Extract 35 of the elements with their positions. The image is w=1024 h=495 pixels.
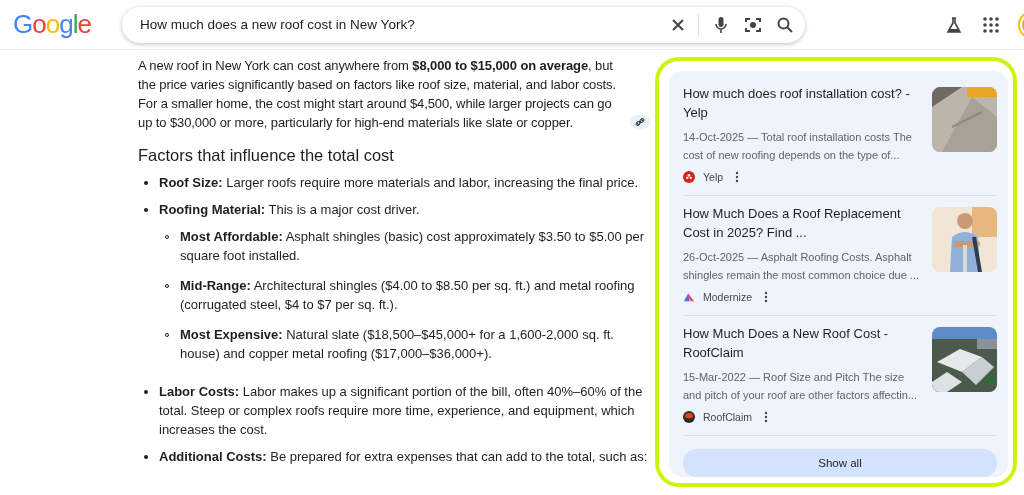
bullet-icon bbox=[144, 390, 148, 394]
list-text: Additional Costs: Be prepared for extra expenses that can add to the total, such as: bbox=[159, 448, 649, 466]
more-options-icon[interactable] bbox=[735, 171, 740, 183]
flower-logo-icon bbox=[683, 171, 695, 183]
list-text: Most Expensive: Natural slate ($18,500–$45,000+ for a 1,600-2,000 sq. ft. house) and copper metal roofing ($17,000–$36,000+). bbox=[180, 326, 615, 363]
link-icon bbox=[635, 117, 645, 127]
flask-icon[interactable] bbox=[944, 14, 964, 35]
answer-paragraph: A new roof in New York can cost anywhere from $8,000 to $15,000 on average, but the price varies significantly based on factors like roof size, material, and labor costs. For a smaller home, the cost might start around $4,500, while larger projects can go up to $30,000 or more, particularly for high-end materials like slate or copper. bbox=[138, 57, 617, 132]
source-title-link[interactable]: How Much Does a New Roof Cost - RoofClaim bbox=[683, 324, 924, 362]
more-options-icon[interactable] bbox=[764, 411, 768, 423]
circle-logo-icon bbox=[683, 411, 695, 423]
list-text: Mid-Range: Architectural shingles ($4.00 to $8.50 per sq. ft.) and metal roofing (corrugated steel, $4 to $7 per sq. ft.). bbox=[180, 277, 636, 314]
bullet-icon bbox=[144, 181, 148, 185]
list-text: Roof Size: Larger roofs require more materials and labor, increasing the final price. bbox=[159, 174, 640, 192]
site-name: Modernize bbox=[703, 291, 753, 303]
section-heading: Factors that influence the total cost bbox=[138, 145, 395, 166]
source-title-link[interactable]: How Much Does a Roof Replacement Cost in 2025? Find ... bbox=[683, 204, 924, 242]
source-title-link[interactable]: How much does roof installation cost? - Yelp bbox=[683, 84, 924, 122]
source-snippet: 26-Oct-2025 — Asphalt Roofing Costs. Asphalt shingles remain the most common choice due ... bbox=[683, 250, 920, 283]
list-text: Labor Costs: Labor makes up a significant portion of the bill, often 40%–60% of the total. Steep or complex roofs require more time, experience, and equipment, which increases the cost. bbox=[159, 383, 644, 439]
list-text: Roofing Material: This is a major cost driver. bbox=[159, 201, 421, 219]
more-options-icon[interactable] bbox=[764, 291, 769, 303]
google-logo[interactable]: Google bbox=[13, 9, 95, 40]
bullet-icon bbox=[144, 208, 148, 212]
link-button[interactable] bbox=[630, 115, 650, 129]
source-snippet: 15-Mar-2022 — Roof Size and Pitch The size and pitch of your roof are other factors affectin... bbox=[683, 370, 918, 403]
source-snippet: 14-Oct-2025 — Total roof installation costs The cost of new roofing depends on the type of... bbox=[683, 130, 913, 163]
apps-grid-icon[interactable] bbox=[981, 14, 1001, 35]
show-all-button[interactable]: Show all bbox=[683, 449, 997, 477]
site-name: Yelp bbox=[703, 171, 724, 183]
roof-logo-icon bbox=[683, 291, 695, 303]
bullet-icon bbox=[144, 455, 148, 459]
list-text: Most Affordable: Asphalt shingles (basic) cost approximately $3.50 to $5.00 per square foot installed. bbox=[180, 228, 646, 265]
search-field[interactable]: How much does a new roof cost in New York? bbox=[138, 16, 656, 33]
site-name: RoofClaim bbox=[703, 411, 752, 423]
